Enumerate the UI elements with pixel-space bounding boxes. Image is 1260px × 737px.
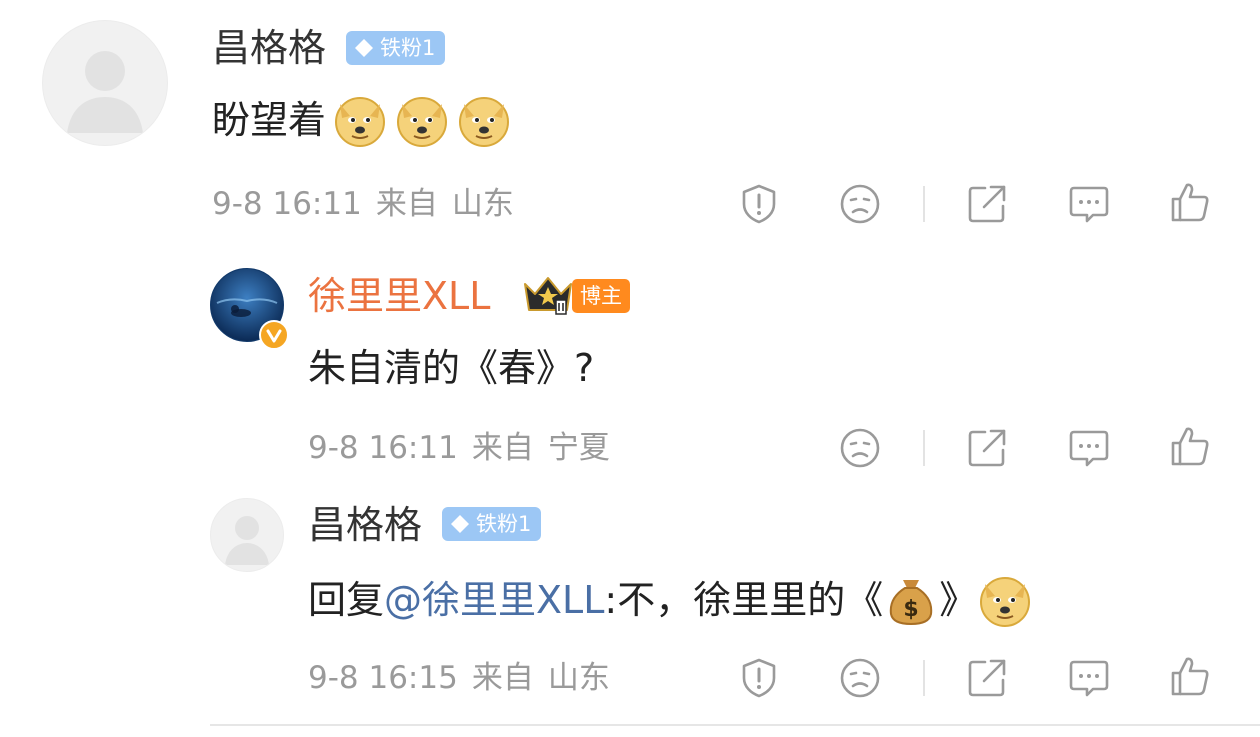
like-icon[interactable] — [1168, 654, 1212, 698]
like-icon[interactable] — [1168, 424, 1212, 468]
comment-body: 盼望着 — [212, 98, 327, 142]
comment-text: 回复 @徐里里XLL:不，徐里里的《 $ 》 — [308, 572, 1033, 628]
comment-body: 朱自清的《春》? — [308, 346, 595, 390]
fan-badge[interactable]: 铁粉1 — [346, 31, 446, 65]
report-icon[interactable] — [737, 656, 781, 700]
avatar[interactable] — [210, 498, 284, 572]
diamond-icon — [451, 515, 469, 533]
share-icon[interactable] — [965, 656, 1009, 700]
dislike-icon[interactable] — [838, 182, 882, 226]
from-label: 来自 — [471, 660, 534, 696]
reply-suffix: 》 — [939, 578, 978, 622]
dislike-icon[interactable] — [838, 426, 882, 470]
comment-text: 朱自清的《春》? — [308, 344, 594, 392]
comment-meta: 9-8 16:11 来自 山东 — [212, 184, 528, 224]
verified-icon — [259, 320, 289, 350]
doge-emoji-icon — [456, 92, 512, 148]
mention-link[interactable]: @徐里里XLL — [384, 576, 604, 624]
reply-icon[interactable] — [1067, 426, 1111, 470]
comment-text: 盼望着 — [212, 92, 512, 148]
fan-badge-label: 铁粉1 — [380, 36, 436, 60]
diamond-icon — [355, 39, 373, 57]
fan-badge[interactable]: 铁粉1 — [442, 507, 542, 541]
dislike-icon[interactable] — [838, 656, 882, 700]
doge-emoji-icon — [977, 572, 1033, 628]
share-icon[interactable] — [965, 182, 1009, 226]
reply-body: :不，徐里里的《 — [604, 578, 884, 622]
blogger-badge[interactable]: 博主 — [572, 279, 630, 313]
divider — [923, 186, 925, 222]
like-icon[interactable] — [1168, 180, 1212, 224]
username[interactable]: 昌格格 — [308, 503, 422, 547]
avatar[interactable] — [42, 20, 168, 146]
timestamp: 9-8 16:11 — [308, 430, 458, 466]
fan-badge-label: 铁粉1 — [476, 512, 532, 536]
divider — [923, 660, 925, 696]
doge-emoji-icon — [394, 92, 450, 148]
divider — [923, 430, 925, 466]
crown-icon — [522, 274, 574, 316]
location: 山东 — [451, 186, 514, 222]
timestamp: 9-8 16:15 — [308, 660, 458, 696]
comment-meta: 9-8 16:15 来自 山东 — [308, 658, 624, 698]
username[interactable]: 徐里里XLL — [308, 274, 490, 318]
doge-emoji-icon — [332, 92, 388, 148]
share-icon[interactable] — [965, 426, 1009, 470]
svg-text:$: $ — [904, 597, 919, 622]
location: 山东 — [547, 660, 610, 696]
money-bag-emoji-icon: $ — [883, 572, 939, 628]
reply-icon[interactable] — [1067, 182, 1111, 226]
from-label: 来自 — [471, 430, 534, 466]
comment-meta: 9-8 16:11 来自 宁夏 — [308, 428, 624, 468]
default-avatar-icon — [225, 516, 269, 565]
reply-icon[interactable] — [1067, 656, 1111, 700]
location: 宁夏 — [547, 430, 610, 466]
reply-prefix: 回复 — [308, 578, 385, 622]
from-label: 来自 — [375, 186, 438, 222]
username[interactable]: 昌格格 — [212, 26, 326, 70]
report-icon[interactable] — [737, 182, 781, 226]
bottom-separator — [210, 724, 1260, 726]
timestamp: 9-8 16:11 — [212, 186, 362, 222]
default-avatar-icon — [67, 51, 143, 133]
